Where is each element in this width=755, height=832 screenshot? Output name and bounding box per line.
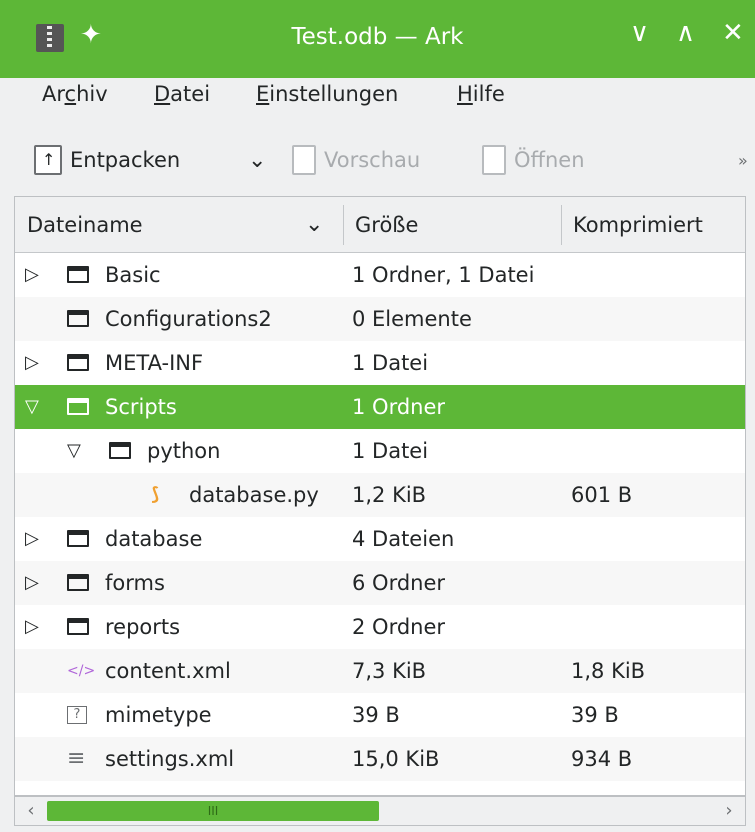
file-size: 1 Ordner	[352, 395, 446, 419]
column-header-compressed[interactable]: Komprimiert	[561, 197, 745, 253]
table-row[interactable]: ▷ Basic 1 Ordner, 1 Datei	[15, 253, 745, 297]
folder-icon	[67, 266, 89, 283]
menu-bar: Archiv Datei Einstellungen Hilfe	[0, 78, 755, 122]
table-row[interactable]: ▷ reports 2 Ordner	[15, 605, 745, 649]
expand-arrow-icon[interactable]: ▷	[25, 253, 39, 297]
open-icon	[482, 145, 506, 175]
minimize-button[interactable]: ∨	[630, 18, 649, 48]
table-header: Dateiname ⌄ Größe Komprimiert	[15, 197, 745, 253]
collapse-arrow-icon[interactable]: ▽	[67, 429, 81, 473]
column-name-label: Dateiname	[27, 213, 143, 237]
table-row[interactable]: </> content.xml 7,3 KiB 1,8 KiB	[15, 649, 745, 693]
table-row[interactable]: ≡ settings.xml 15,0 KiB 934 B	[15, 737, 745, 781]
table-row[interactable]: ⟆ database.py 1,2 KiB 601 B	[15, 473, 745, 517]
file-name: Configurations2	[105, 307, 272, 331]
file-size: 1 Ordner, 1 Datei	[352, 263, 535, 287]
toolbar: ↑ Entpacken ⌄ Vorschau Öffnen »	[0, 122, 755, 196]
folder-icon	[67, 354, 89, 371]
file-size: 0 Elemente	[352, 307, 472, 331]
file-name: Scripts	[105, 395, 177, 419]
xml-icon: </>	[67, 663, 96, 679]
folder-icon	[67, 398, 89, 415]
table-row[interactable]: Configurations2 0 Elemente	[15, 297, 745, 341]
expand-arrow-icon[interactable]: ▷	[25, 517, 39, 561]
file-name: settings.xml	[105, 747, 235, 771]
preview-icon	[292, 145, 316, 175]
file-name: python	[147, 439, 221, 463]
close-button[interactable]: ✕	[722, 18, 744, 48]
folder-icon	[109, 442, 131, 459]
file-name: mimetype	[105, 703, 212, 727]
preview-button[interactable]: Vorschau	[292, 140, 420, 180]
file-size: 15,0 KiB	[352, 747, 440, 771]
extract-label: Entpacken	[70, 148, 181, 172]
table-row[interactable]: ▷ database 4 Dateien	[15, 517, 745, 561]
folder-icon	[67, 574, 89, 591]
file-size: 4 Dateien	[352, 527, 455, 551]
file-size: 2 Ordner	[352, 615, 446, 639]
file-name: database.py	[189, 483, 319, 507]
extract-icon: ↑	[34, 145, 62, 175]
expand-arrow-icon[interactable]: ▷	[25, 605, 39, 649]
file-name: forms	[105, 571, 165, 595]
title-bar: ✦ Test.odb — Ark ∨ ∧ ✕	[0, 0, 755, 78]
file-name: Basic	[105, 263, 161, 287]
unknown-file-icon: ?	[67, 706, 87, 724]
folder-icon	[67, 618, 89, 635]
open-label: Öffnen	[514, 148, 585, 172]
table-row[interactable]: ▽ python 1 Datei	[15, 429, 745, 473]
menu-datei[interactable]: Datei	[154, 82, 210, 106]
text-file-icon: ≡	[67, 746, 86, 771]
scrollbar-thumb[interactable]: III	[47, 801, 379, 821]
column-header-name[interactable]: Dateiname ⌄	[15, 197, 343, 253]
scroll-left-button[interactable]: ‹	[19, 799, 43, 823]
table-row[interactable]: ▷ META-INF 1 Datei	[15, 341, 745, 385]
file-size: 1 Datei	[352, 439, 429, 463]
horizontal-scrollbar[interactable]: ‹ III ›	[14, 796, 746, 826]
file-compressed-size: 934 B	[571, 747, 633, 771]
table-row[interactable]: ▽ Scripts 1 Ordner	[15, 385, 745, 429]
table-row[interactable]: ▷ forms 6 Ordner	[15, 561, 745, 605]
expand-arrow-icon[interactable]: ▷	[25, 341, 39, 385]
file-size: 1 Datei	[352, 351, 429, 375]
file-size: 6 Ordner	[352, 571, 446, 595]
preview-label: Vorschau	[324, 148, 421, 172]
menu-einstellungen[interactable]: Einstellungen	[256, 82, 398, 106]
open-button[interactable]: Öffnen	[482, 140, 585, 180]
collapse-arrow-icon[interactable]: ▽	[25, 385, 39, 429]
column-header-size[interactable]: Größe	[343, 197, 561, 253]
toolbar-overflow-button[interactable]: »	[738, 140, 748, 180]
file-size: 39 B	[352, 703, 400, 727]
extract-button[interactable]: ↑ Entpacken	[34, 140, 180, 180]
expand-arrow-icon[interactable]: ▷	[25, 561, 39, 605]
file-name: META-INF	[105, 351, 204, 375]
file-name: reports	[105, 615, 181, 639]
menu-hilfe[interactable]: Hilfe	[457, 82, 505, 106]
file-name: database	[105, 527, 203, 551]
python-icon: ⟆	[151, 484, 160, 505]
folder-icon	[67, 310, 89, 327]
maximize-button[interactable]: ∧	[676, 18, 695, 48]
folder-icon	[67, 530, 89, 547]
file-compressed-size: 601 B	[571, 483, 633, 507]
file-size: 1,2 KiB	[352, 483, 427, 507]
table-row[interactable]: ? mimetype 39 B 39 B	[15, 693, 745, 737]
archive-file-list[interactable]: Dateiname ⌄ Größe Komprimiert ▷ Basic 1 Or…	[14, 196, 746, 796]
menu-archiv[interactable]: Archiv	[42, 82, 108, 106]
scroll-right-button[interactable]: ›	[717, 799, 741, 823]
file-compressed-size: 1,8 KiB	[571, 659, 646, 683]
extract-dropdown-button[interactable]: ⌄	[248, 140, 266, 180]
file-name: content.xml	[105, 659, 231, 683]
sort-indicator-icon: ⌄	[305, 212, 324, 237]
file-size: 7,3 KiB	[352, 659, 427, 683]
file-compressed-size: 39 B	[571, 703, 619, 727]
